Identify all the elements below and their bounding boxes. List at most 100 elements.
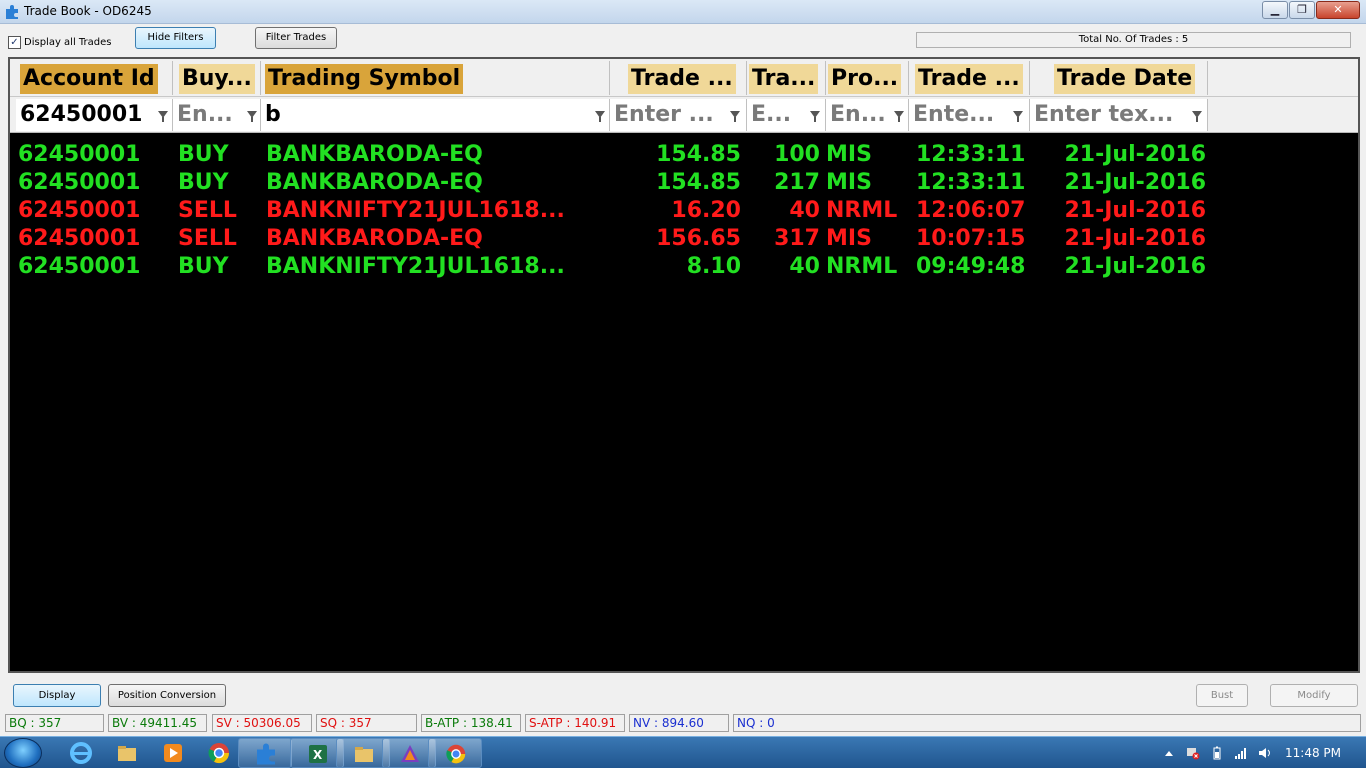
folder-icon [355, 747, 373, 762]
col-header-label: Buy... [179, 64, 255, 94]
col-header-buy-sell[interactable]: Buy... [173, 61, 261, 95]
table-row[interactable]: 62450001 BUY BANKBARODA-EQ 154.85 100 MI… [10, 141, 1358, 169]
app-puzzle-icon [6, 5, 18, 19]
filter-trade-qty[interactable]: E... [747, 99, 826, 131]
summary-status-bar: BQ : 357 BV : 49411.45 SV : 50306.05 SQ … [0, 712, 1366, 734]
volume-icon[interactable] [1258, 745, 1272, 759]
cell-trade-price: 8.10 [686, 254, 741, 279]
cell-trading-symbol: BANKNIFTY21JUL1618... [266, 198, 565, 223]
position-conversion-button[interactable]: Position Conversion [108, 684, 226, 707]
taskbar: X 11:48 PM [0, 736, 1366, 768]
cell-account-id: 62450001 [18, 198, 141, 223]
excel-icon: X [309, 745, 327, 763]
cell-buy-sell: BUY [178, 170, 229, 195]
cell-account-id: 62450001 [18, 142, 141, 167]
cell-trade-time: 09:49:48 [916, 254, 1026, 279]
filter-account-id[interactable]: 62450001 [16, 99, 173, 131]
modify-button[interactable]: Modify [1270, 684, 1358, 707]
battery-icon[interactable] [1210, 745, 1224, 760]
taskbar-clock[interactable]: 11:48 PM [1285, 746, 1341, 760]
cell-buy-sell: SELL [178, 226, 237, 251]
bust-button[interactable]: Bust [1196, 684, 1248, 707]
col-header-trade-qty[interactable]: Tra... [747, 61, 826, 95]
funnel-icon[interactable] [247, 111, 257, 122]
col-header-trade-time[interactable]: Trade ... [909, 61, 1030, 95]
start-button[interactable] [4, 738, 42, 768]
filter-text[interactable]: En... [177, 101, 241, 129]
puzzle-app-icon [257, 743, 275, 765]
filter-product[interactable]: En... [826, 99, 909, 131]
display-all-trades-toggle[interactable]: ✓ Display all Trades [8, 35, 112, 49]
col-header-trading-symbol[interactable]: Trading Symbol [261, 61, 610, 95]
cell-trade-qty: 217 [774, 170, 820, 195]
cell-trading-symbol: BANKBARODA-EQ [266, 142, 483, 167]
col-header-label: Pro... [828, 64, 902, 94]
status-sv: SV : 50306.05 [212, 714, 312, 732]
cell-trading-symbol: BANKNIFTY21JUL1618... [266, 254, 565, 279]
col-header-label: Account Id [20, 64, 158, 94]
col-header-product[interactable]: Pro... [826, 61, 909, 95]
funnel-icon[interactable] [730, 111, 740, 122]
col-header-trade-date[interactable]: Trade Date [1030, 61, 1208, 95]
display-button[interactable]: Display [13, 684, 101, 707]
filter-trade-price[interactable]: Enter ... [610, 99, 747, 131]
cell-product: MIS [826, 142, 872, 167]
cell-account-id: 62450001 [18, 170, 141, 195]
funnel-icon[interactable] [1013, 111, 1023, 122]
minimize-button[interactable]: ▁ [1262, 1, 1288, 19]
close-button[interactable]: ✕ [1316, 1, 1360, 19]
media-player-icon[interactable] [160, 740, 186, 766]
funnel-icon[interactable] [810, 111, 820, 122]
funnel-icon[interactable] [595, 111, 605, 122]
cell-trade-price: 156.65 [656, 226, 741, 251]
maximize-button[interactable]: ❐ [1289, 1, 1315, 19]
signal-icon[interactable] [1234, 745, 1248, 759]
cell-trading-symbol: BANKBARODA-EQ [266, 226, 483, 251]
filter-text[interactable]: b [265, 101, 575, 129]
filter-text[interactable]: E... [751, 101, 807, 129]
filter-buy-sell[interactable]: En... [173, 99, 261, 131]
filter-text[interactable]: En... [830, 101, 890, 129]
funnel-icon[interactable] [158, 111, 168, 122]
cell-account-id: 62450001 [18, 254, 141, 279]
table-row[interactable]: 62450001 SELL BANKBARODA-EQ 156.65 317 M… [10, 225, 1358, 253]
status-s-atp: S-ATP : 140.91 [525, 714, 625, 732]
table-row[interactable]: 62450001 SELL BANKNIFTY21JUL1618... 16.2… [10, 197, 1358, 225]
funnel-icon[interactable] [894, 111, 904, 122]
network-error-icon[interactable] [1186, 745, 1200, 760]
filter-text[interactable]: Ente... [913, 101, 1009, 129]
cell-account-id: 62450001 [18, 226, 141, 251]
cell-trade-time: 12:33:11 [916, 142, 1026, 167]
col-header-trade-price[interactable]: Trade ... [610, 61, 747, 95]
col-header-label: Trade Date [1054, 64, 1196, 94]
taskbar-item-tradebook[interactable] [238, 738, 292, 768]
status-sq: SQ : 357 [316, 714, 417, 732]
cell-trade-qty: 40 [789, 254, 820, 279]
explorer-folder-icon[interactable] [114, 740, 140, 766]
taskbar-item-chrome[interactable] [428, 738, 482, 768]
ie-icon[interactable] [68, 740, 94, 766]
chrome-icon[interactable] [206, 740, 232, 766]
table-row[interactable]: 62450001 BUY BANKNIFTY21JUL1618... 8.10 … [10, 253, 1358, 281]
filter-trading-symbol[interactable]: b [261, 99, 610, 131]
filter-trade-date[interactable]: Enter tex... [1030, 99, 1208, 131]
title-bar: Trade Book - OD6245 ▁ ❐ ✕ [0, 0, 1366, 24]
tray-expand-icon[interactable] [1162, 745, 1176, 759]
status-nq: NQ : 0 [733, 714, 1361, 732]
filter-trade-time[interactable]: Ente... [909, 99, 1030, 131]
cell-trading-symbol: BANKBARODA-EQ [266, 170, 483, 195]
cell-trade-price: 16.20 [671, 198, 741, 223]
toolbar: ✓ Display all Trades Hide Filters Filter… [0, 24, 1366, 56]
col-header-label: Trade ... [915, 64, 1023, 94]
filter-text[interactable]: Enter ... [614, 101, 726, 129]
table-row[interactable]: 62450001 BUY BANKBARODA-EQ 154.85 217 MI… [10, 169, 1358, 197]
cell-trade-time: 12:06:07 [916, 198, 1026, 223]
col-header-account-id[interactable]: Account Id [16, 61, 173, 95]
display-all-label: Display all Trades [24, 36, 112, 48]
filter-text[interactable]: 62450001 [20, 101, 150, 129]
filter-trades-button[interactable]: Filter Trades [255, 27, 337, 49]
hide-filters-button[interactable]: Hide Filters [135, 27, 216, 49]
display-all-checkbox[interactable]: ✓ [8, 35, 21, 49]
funnel-icon[interactable] [1192, 111, 1202, 122]
filter-text[interactable]: Enter tex... [1034, 101, 1186, 129]
